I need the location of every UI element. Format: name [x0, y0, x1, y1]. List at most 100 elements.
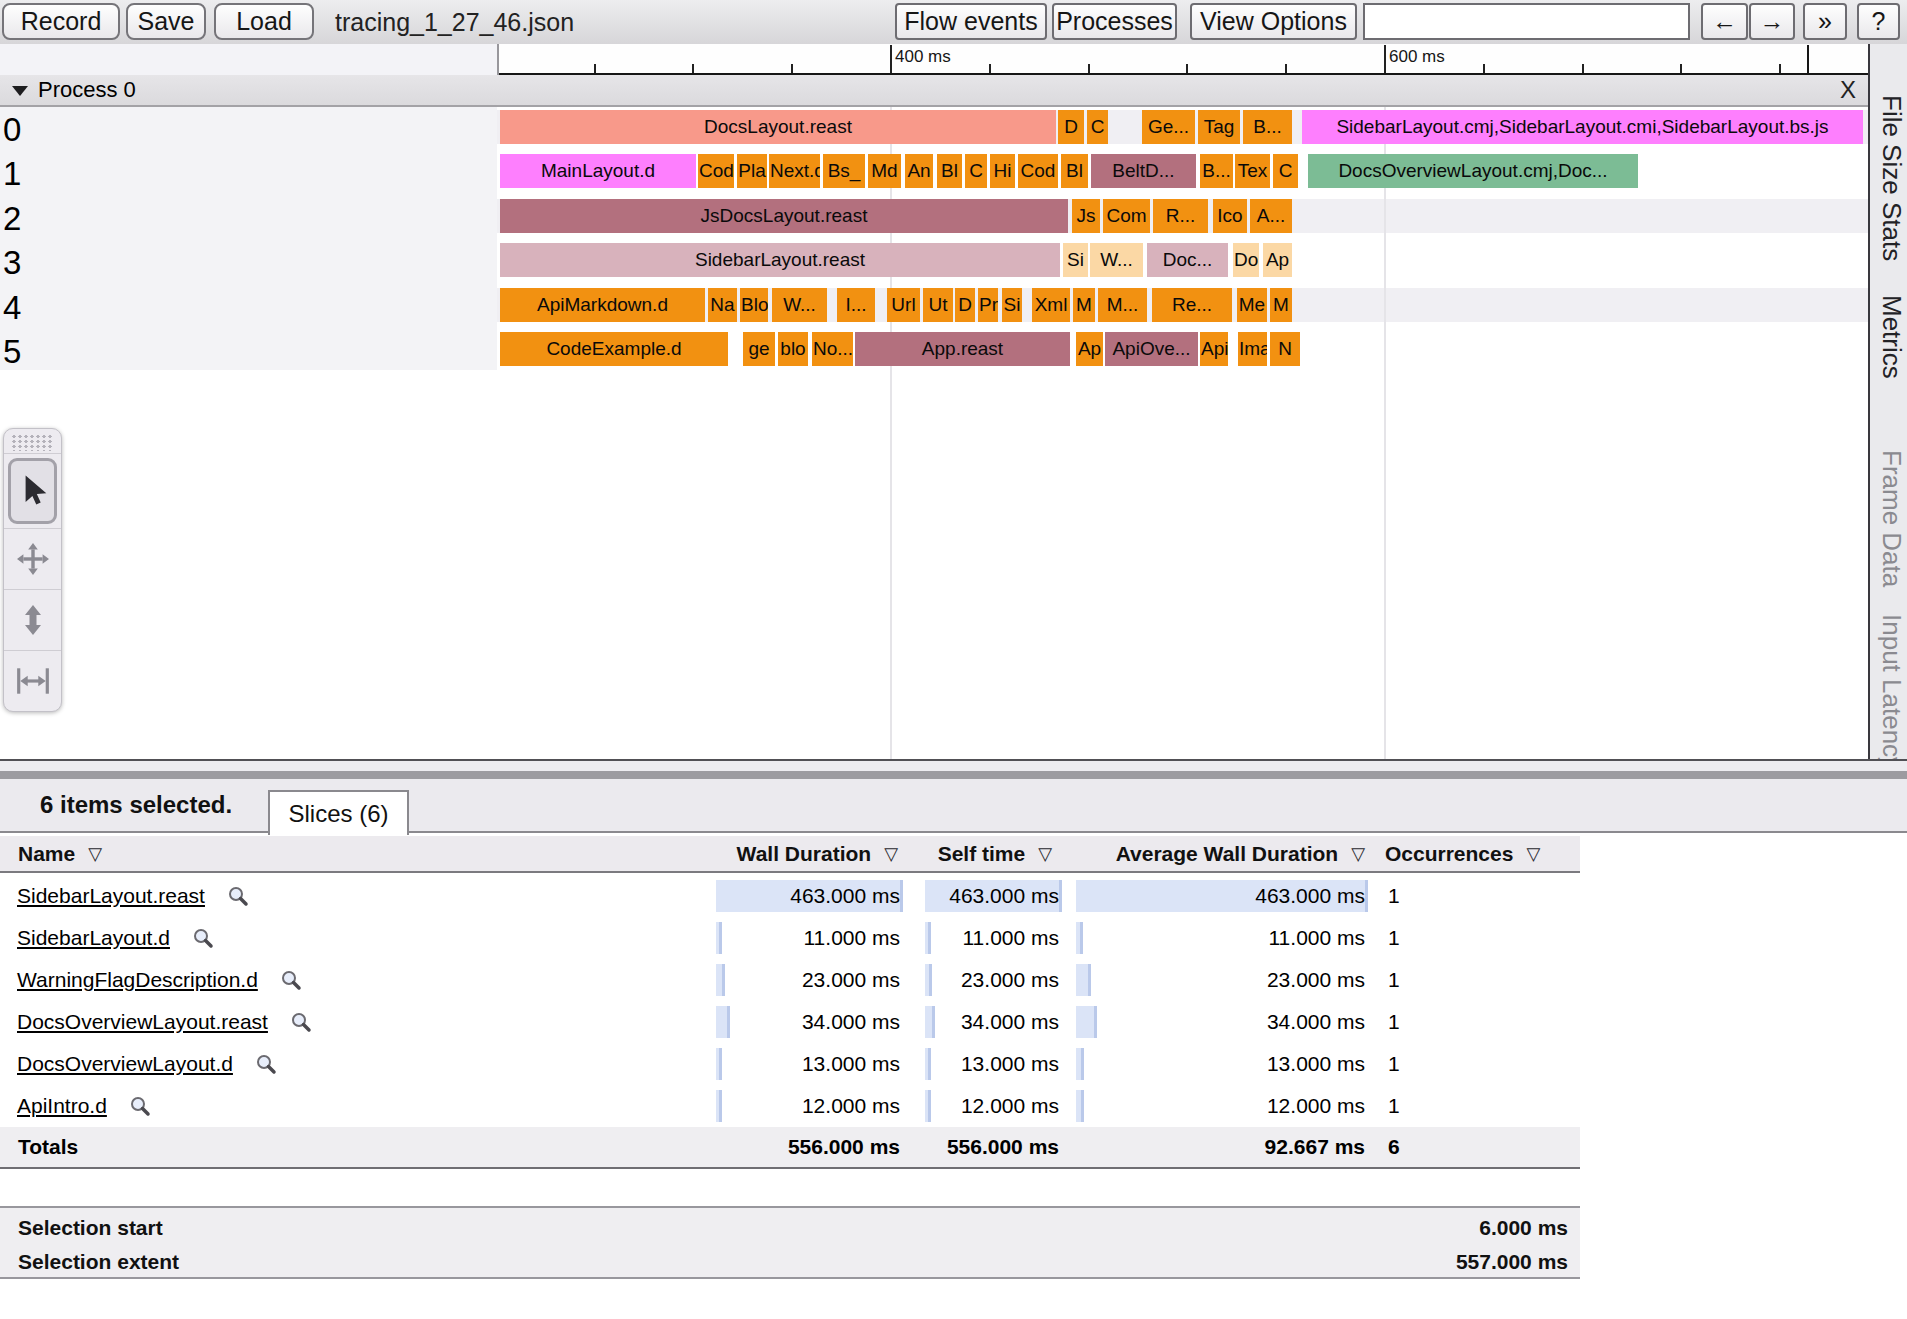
trace-slice[interactable]: blo [778, 332, 808, 366]
column-header-average-wall-duration[interactable]: Average Wall Duration▽ [1116, 836, 1365, 871]
trace-slice[interactable]: Api [1200, 332, 1228, 366]
trace-slice[interactable]: Ico [1213, 199, 1247, 233]
vertical-zoom-tool-button[interactable] [4, 590, 61, 650]
more-options-button[interactable]: » [1803, 3, 1847, 40]
trace-slice[interactable]: SidebarLayout.reast [500, 243, 1060, 277]
trace-slice[interactable]: BeltD... [1091, 154, 1196, 188]
find-next-button[interactable]: → [1749, 3, 1795, 40]
trace-slice[interactable]: Doc... [1147, 243, 1228, 277]
trace-slice[interactable]: C [1087, 110, 1108, 144]
trace-slice[interactable]: Tex [1235, 154, 1270, 188]
trace-slice[interactable]: M... [1098, 288, 1147, 322]
trace-slice[interactable]: B... [1243, 110, 1292, 144]
trace-slice[interactable]: R... [1153, 199, 1208, 233]
column-header-occurrences[interactable]: Occurrences▽ [1385, 836, 1540, 871]
trace-slice[interactable]: D [955, 288, 975, 322]
column-header-self-time[interactable]: Self time▽ [938, 836, 1052, 871]
side-tab-file-size-stats[interactable]: File Size Stats [1876, 95, 1907, 261]
trace-slice[interactable]: Md [868, 154, 901, 188]
slice-name-link[interactable]: SidebarLayout.d [17, 926, 170, 950]
trace-slice[interactable]: Pla [737, 154, 767, 188]
trace-slice[interactable]: I... [837, 288, 875, 322]
trace-slice[interactable]: Na [708, 288, 737, 322]
trace-slice[interactable]: No... [812, 332, 853, 366]
trace-slice[interactable]: Me [1237, 288, 1267, 322]
column-header-name[interactable]: Name▽ [18, 836, 102, 871]
trace-slice[interactable]: Hi [990, 154, 1015, 188]
slice-name-link[interactable]: SidebarLayout.reast [17, 884, 205, 908]
trace-slice[interactable]: Ut [923, 288, 953, 322]
magnifier-icon[interactable] [290, 1011, 312, 1033]
trace-slice[interactable]: CodeExample.d [500, 332, 728, 366]
search-input[interactable] [1363, 3, 1690, 40]
magnifier-icon[interactable] [129, 1095, 151, 1117]
trace-slice[interactable]: An [905, 154, 933, 188]
record-button[interactable]: Record [2, 3, 120, 40]
slice-name-link[interactable]: DocsOverviewLayout.reast [17, 1010, 268, 1034]
trace-slice[interactable]: W... [1090, 243, 1143, 277]
trace-slice[interactable]: Si [1002, 288, 1022, 322]
side-tab-frame-data[interactable]: Frame Data [1876, 450, 1907, 587]
trace-slice[interactable]: Xml [1032, 288, 1070, 322]
process-header[interactable]: Process 0 X [0, 75, 1868, 107]
trace-slice[interactable]: Tag [1198, 110, 1240, 144]
trace-slice[interactable]: W... [772, 288, 827, 322]
column-header-wall-duration[interactable]: Wall Duration▽ [737, 836, 898, 871]
trace-slice[interactable]: Cod [1018, 154, 1058, 188]
trace-slice[interactable]: SidebarLayout.cmj,SidebarLayout.cmi,Side… [1302, 110, 1863, 144]
trace-slice[interactable]: Next.d [769, 154, 820, 188]
process-close-button[interactable]: X [1840, 75, 1856, 105]
trace-slice[interactable]: App.reast [855, 332, 1070, 366]
trace-slice[interactable]: Cod [698, 154, 734, 188]
tab-slices[interactable]: Slices (6) [268, 790, 409, 835]
trace-slice[interactable]: D [1058, 110, 1084, 144]
trace-slice[interactable]: Bl [1061, 154, 1088, 188]
track-canvas[interactable]: 0DocsLayout.reastDCGe...TagB...SidebarLa… [0, 107, 1868, 759]
slice-name-link[interactable]: WarningFlagDescription.d [17, 968, 258, 992]
trace-slice[interactable]: M [1270, 288, 1292, 322]
magnifier-icon[interactable] [227, 885, 249, 907]
trace-slice[interactable]: B... [1200, 154, 1233, 188]
trace-slice[interactable]: Js [1072, 199, 1100, 233]
trace-slice[interactable]: Do [1233, 243, 1259, 277]
side-tab-input-latency[interactable]: Input Latency [1876, 614, 1907, 759]
trace-slice[interactable]: Ap [1076, 332, 1103, 366]
trace-slice[interactable]: Bl [937, 154, 962, 188]
trace-slice[interactable]: Ap [1263, 243, 1292, 277]
trace-slice[interactable]: Re... [1152, 288, 1232, 322]
magnifier-icon[interactable] [255, 1053, 277, 1075]
side-tab-metrics[interactable]: Metrics [1876, 295, 1907, 379]
trace-slice[interactable]: Com [1103, 199, 1150, 233]
trace-slice[interactable]: DocsLayout.reast [500, 110, 1056, 144]
trace-slice[interactable]: Url [887, 288, 920, 322]
processes-button[interactable]: Processes [1052, 3, 1177, 40]
trace-slice[interactable]: Bs_ [823, 154, 865, 188]
slice-name-link[interactable]: ApiIntro.d [17, 1094, 107, 1118]
trace-slice[interactable]: Ima [1238, 332, 1267, 366]
trace-slice[interactable]: C [965, 154, 987, 188]
pan-tool-button[interactable] [4, 529, 61, 589]
select-tool-button[interactable] [8, 458, 57, 524]
trace-slice[interactable]: Pr [978, 288, 998, 322]
magnifier-icon[interactable] [192, 927, 214, 949]
trace-slice[interactable]: Blo [740, 288, 768, 322]
trace-slice[interactable]: ge [743, 332, 775, 366]
trace-slice[interactable]: ApiMarkdown.d [500, 288, 705, 322]
trace-slice[interactable]: DocsOverviewLayout.cmj,Doc... [1308, 154, 1638, 188]
trace-slice[interactable]: C [1273, 154, 1298, 188]
palette-grip[interactable] [11, 434, 54, 451]
trace-slice[interactable]: ApiOve... [1105, 332, 1198, 366]
timing-tool-button[interactable] [4, 651, 61, 711]
trace-slice[interactable]: N [1270, 332, 1300, 366]
view-options-button[interactable]: View Options [1190, 3, 1357, 40]
slice-name-link[interactable]: DocsOverviewLayout.d [17, 1052, 233, 1076]
collapse-triangle-icon[interactable] [12, 86, 28, 96]
trace-slice[interactable]: Si [1063, 243, 1088, 277]
flow-events-button[interactable]: Flow events [895, 3, 1047, 40]
trace-slice[interactable]: Ge... [1142, 110, 1195, 144]
load-button[interactable]: Load [214, 3, 314, 40]
help-button[interactable]: ? [1857, 3, 1900, 40]
splitter-handle[interactable] [0, 771, 1907, 779]
trace-slice[interactable]: MainLayout.d [500, 154, 696, 188]
trace-slice[interactable]: JsDocsLayout.reast [500, 199, 1068, 233]
